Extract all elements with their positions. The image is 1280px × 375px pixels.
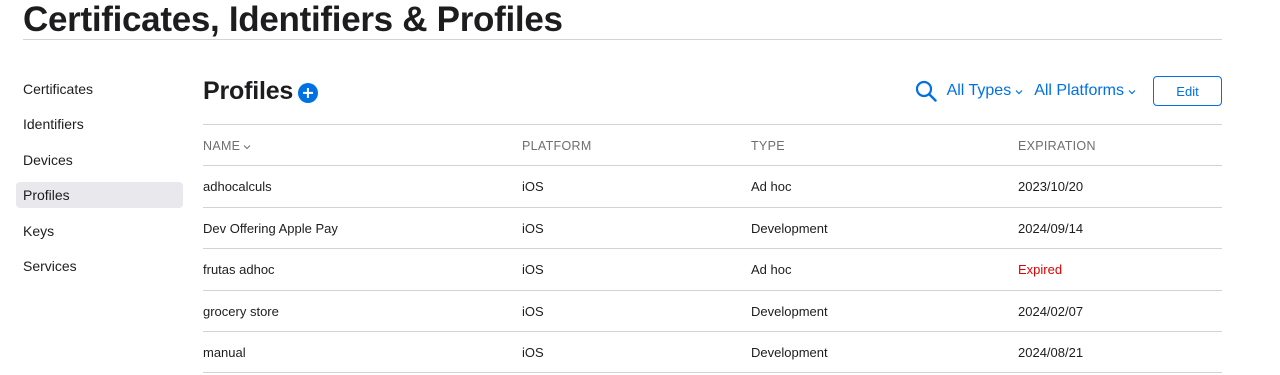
column-header-platform: PLATFORM	[522, 139, 592, 153]
platform-filter-label: All Platforms	[1034, 82, 1124, 99]
profile-platform: iOS	[522, 262, 544, 278]
search-icon[interactable]	[915, 80, 937, 102]
page-title: Certificates, Identifiers & Profiles	[23, 0, 563, 39]
table-row[interactable]: manual iOS Development 2024/08/21	[203, 330, 1222, 374]
table-row[interactable]: Dev Offering Apple Pay iOS Development 2…	[203, 206, 1222, 250]
sidebar-item-devices[interactable]: Devices	[16, 147, 183, 173]
profile-name[interactable]: adhocalculs	[203, 166, 272, 208]
profile-type: Development	[751, 344, 828, 360]
profile-expiration: 2024/02/07	[1018, 303, 1084, 319]
edit-button[interactable]: Edit	[1153, 76, 1222, 106]
chevron-down-icon	[243, 144, 251, 149]
profile-expiration: 2024/08/21	[1018, 344, 1084, 360]
add-profile-button[interactable]	[298, 82, 319, 103]
table-header-row: NAME PLATFORM TYPE EXPIRATION	[203, 124, 1222, 165]
profile-name[interactable]: frutas adhoc	[203, 249, 275, 291]
table-row[interactable]: adhocalculs iOS Ad hoc 2023/10/20	[203, 165, 1222, 206]
column-header-expiration: EXPIRATION	[1018, 139, 1096, 153]
sidebar-item-keys[interactable]: Keys	[16, 218, 183, 244]
sidebar-item-services[interactable]: Services	[16, 253, 183, 279]
profile-expiration-expired: Expired	[1018, 262, 1063, 278]
chevron-down-icon	[1128, 90, 1136, 95]
column-header-name-label: NAME	[203, 139, 241, 153]
sidebar-item-identifiers[interactable]: Identifiers	[16, 111, 183, 137]
profile-type: Ad hoc	[751, 262, 792, 278]
type-filter-label: All Types	[946, 82, 1012, 99]
profile-expiration: 2024/09/14	[1018, 220, 1084, 236]
profile-name[interactable]: manual	[203, 332, 246, 374]
profile-type: Development	[751, 220, 828, 236]
profile-platform: iOS	[522, 179, 544, 195]
section-header: Profiles	[203, 74, 319, 108]
profile-platform: iOS	[522, 220, 544, 236]
sidebar: Certificates Identifiers Devices Profile…	[16, 76, 183, 288]
profile-type: Ad hoc	[751, 179, 792, 195]
section-title: Profiles	[203, 76, 294, 105]
sidebar-item-profiles[interactable]: Profiles	[16, 182, 183, 209]
column-header-type: TYPE	[751, 139, 785, 153]
title-divider	[23, 39, 1222, 40]
type-filter-dropdown[interactable]: All Types	[947, 82, 1025, 100]
profile-name[interactable]: Dev Offering Apple Pay	[203, 208, 338, 250]
platform-filter-dropdown[interactable]: All Platforms	[1034, 82, 1137, 100]
profile-expiration: 2023/10/20	[1018, 179, 1084, 195]
profile-platform: iOS	[522, 303, 544, 319]
table-row[interactable]: grocery store iOS Development 2024/02/07	[203, 289, 1222, 333]
toolbar: All Types All Platforms Edit	[915, 76, 1222, 106]
column-header-name[interactable]: NAME	[203, 125, 251, 167]
chevron-down-icon	[1015, 90, 1023, 95]
profiles-table: NAME PLATFORM TYPE EXPIRATION adhocalcul…	[203, 124, 1222, 374]
sidebar-item-certificates[interactable]: Certificates	[16, 76, 183, 102]
profile-name[interactable]: grocery store	[203, 291, 279, 333]
profile-type: Development	[751, 303, 828, 319]
table-row[interactable]: frutas adhoc iOS Ad hoc Expired	[203, 248, 1222, 289]
profile-platform: iOS	[522, 344, 544, 360]
